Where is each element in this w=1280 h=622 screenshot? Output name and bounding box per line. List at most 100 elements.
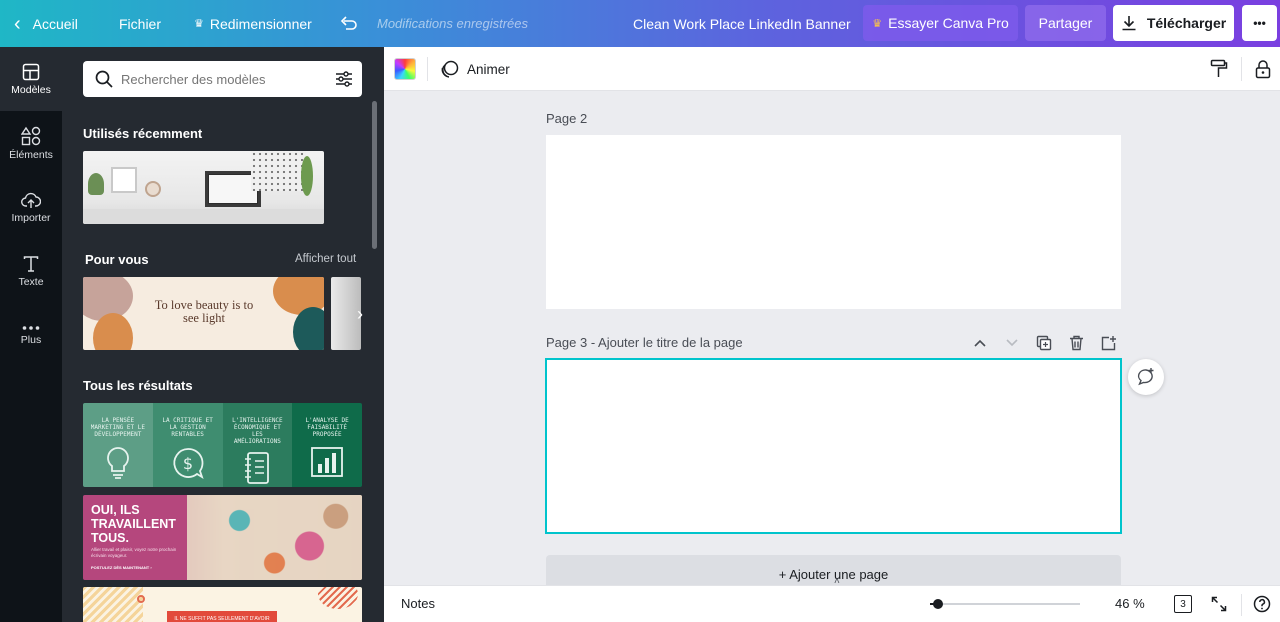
see-all-link[interactable]: Afficher tout [295,253,356,265]
move-page-up-button[interactable] [970,333,990,353]
page-count: 3 [1180,598,1186,610]
dollar-icon: $ [173,448,204,480]
result-template-thumbnail[interactable]: LA PENSÉE MARKETING ET LE DÉVELOPPEMENT … [83,403,362,487]
rail-item-templates[interactable]: Modèles [0,47,62,111]
filter-icon[interactable] [335,70,353,88]
expand-handle[interactable]: ˄ [834,576,840,587]
resize-button[interactable]: ♛ Redimensionner [194,0,312,47]
frame-image [111,167,137,193]
panel-scrollbar[interactable] [372,101,377,249]
bar-chart-icon [311,447,344,477]
dotted-board-image [251,151,306,191]
expand-icon [1211,596,1227,612]
lock-button[interactable] [1251,57,1275,81]
delete-page-button[interactable] [1066,333,1086,353]
laptop-screen [209,175,257,203]
more-menu-button[interactable]: ••• [1242,5,1277,41]
download-icon [1122,16,1136,31]
add-page-icon [1101,336,1116,351]
document-title[interactable]: Clean Work Place LinkedIn Banner [633,0,851,47]
rail-label: Éléments [9,148,53,161]
duplicate-icon [1036,335,1052,351]
zoom-track [930,603,1080,605]
zoom-value[interactable]: 46 % [1115,596,1145,611]
page-3-canvas[interactable] [545,358,1122,534]
clock-image [145,181,161,197]
rail-item-more[interactable]: Plus [0,303,62,367]
svg-text:$: $ [183,454,193,473]
page-2-canvas[interactable] [546,135,1121,309]
editor-toolbar: Animer [384,47,1280,91]
file-menu[interactable]: Fichier [119,0,161,47]
crown-icon: ♛ [194,18,204,30]
column-text: L'ANALYSE DE FAISABILITÉ PROPOSÉE [305,417,349,438]
beach-template-thumbnail[interactable]: OUI, ILS TRAVAILLENT TOUS. Allier travai… [83,495,362,580]
more-icon [22,325,40,330]
download-label: Télécharger [1146,15,1227,31]
plant-image [88,173,104,195]
chevron-up-icon [974,339,986,347]
fullscreen-button[interactable] [1208,593,1230,615]
duplicate-page-button[interactable] [1034,333,1054,353]
for-you-template-thumbnail[interactable]: To love beauty is to see light [83,277,324,350]
animate-icon [441,60,459,78]
bottom-divider [1241,594,1242,616]
try-pro-button[interactable]: ♛ Essayer Canva Pro [863,5,1018,41]
move-page-down-button[interactable] [1002,333,1022,353]
search-box[interactable] [83,61,362,97]
decor-stripes [318,587,358,609]
help-button[interactable] [1251,593,1273,615]
page-2-label: Page 2 [546,111,588,126]
rail-item-text[interactable]: Texte [0,239,62,303]
templates-icon [22,63,40,80]
lock-icon [1255,60,1271,79]
paint-roller-icon [1210,59,1228,77]
rail-item-elements[interactable]: Éléments [0,111,62,175]
notebook-icon [245,452,270,484]
decor-stripes [83,587,143,622]
zoom-slider[interactable] [930,597,1080,611]
chevron-down-icon [1006,339,1018,347]
comment-plus-icon [1137,368,1154,386]
decor-circle [137,595,145,603]
carousel-next-button[interactable]: › [350,302,370,326]
share-button[interactable]: Partager [1025,5,1106,41]
rail-label: Importer [11,211,51,224]
templates-panel: Utilisés récemment Pour vous Afficher to… [62,47,384,622]
column-text: L'INTELLIGENCE ÉCONOMIQUE ET LES AMÉLIOR… [232,417,283,445]
animate-button[interactable]: Animer [440,58,510,80]
search-input[interactable] [121,69,321,89]
crown-icon: ♛ [872,17,883,30]
home-link[interactable]: ‹ Accueil [14,0,78,47]
beach-photo [187,495,362,580]
canvas-area: Page 2 Page 3 - Ajouter le titre de la p… [384,91,1280,585]
card-text: To love beauty is to see light [154,298,254,325]
zoom-handle[interactable] [933,599,943,609]
add-comment-button[interactable] [1128,359,1164,395]
undo-button[interactable] [340,0,358,47]
rail-label: Texte [18,275,44,288]
copy-style-button[interactable] [1207,57,1231,81]
toolbar-divider [427,57,428,81]
third-template-thumbnail[interactable]: IL NE SUFFIT PAS SEULEMENT D'AVOIR [83,587,362,622]
notes-button[interactable]: Notes [401,596,435,611]
page-count-button[interactable]: 3 [1172,593,1194,615]
rail-item-upload[interactable]: Importer [0,175,62,239]
color-picker-button[interactable] [394,58,416,80]
elements-icon [21,126,41,145]
recent-template-thumbnail[interactable] [83,151,324,224]
card-headline: OUI, ILS TRAVAILLENT TOUS. [91,503,176,545]
recent-title: Utilisés récemment [83,126,203,141]
for-you-title: Pour vous [85,252,149,267]
rail-label: Plus [20,333,42,346]
trash-icon [1069,335,1083,351]
sidebar-rail: Modèles Éléments Importer Texte Plus [0,47,62,622]
page-3-label[interactable]: Page 3 - Ajouter le titre de la page [546,335,743,350]
add-page-after-button[interactable] [1098,333,1118,353]
download-button[interactable]: Télécharger [1113,5,1234,41]
desk-surface [83,209,324,224]
home-label: Accueil [32,15,78,32]
result-column: LA CRITIQUE ET LA GESTION RENTABLES $ [152,403,223,487]
card-cta: POSTULEZ DÈS MAINTENANT › [91,565,152,570]
animate-label: Animer [467,61,510,77]
